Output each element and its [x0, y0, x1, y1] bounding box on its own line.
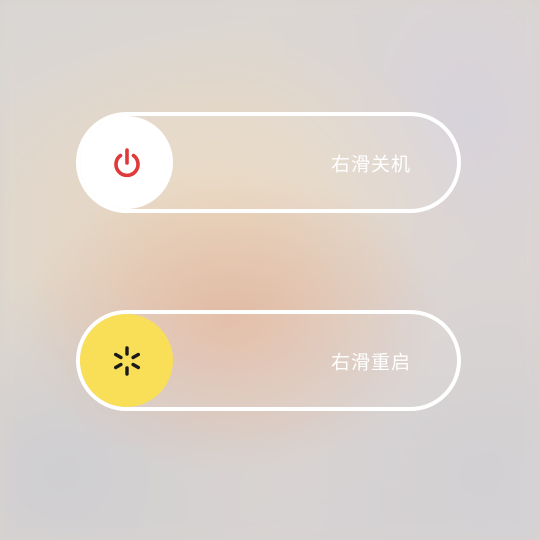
- restart-icon: [107, 341, 147, 381]
- power-off-slider-knob[interactable]: [80, 116, 173, 209]
- power-off-slider-label: 右滑关机: [330, 153, 411, 175]
- restart-slider-knob[interactable]: [80, 314, 173, 407]
- power-off-slider[interactable]: 右滑关机: [76, 112, 461, 213]
- power-icon: [107, 143, 147, 183]
- restart-slider-label: 右滑重启: [330, 351, 411, 373]
- blurred-wallpaper-background: [0, 0, 540, 540]
- restart-slider[interactable]: 右滑重启: [76, 310, 461, 411]
